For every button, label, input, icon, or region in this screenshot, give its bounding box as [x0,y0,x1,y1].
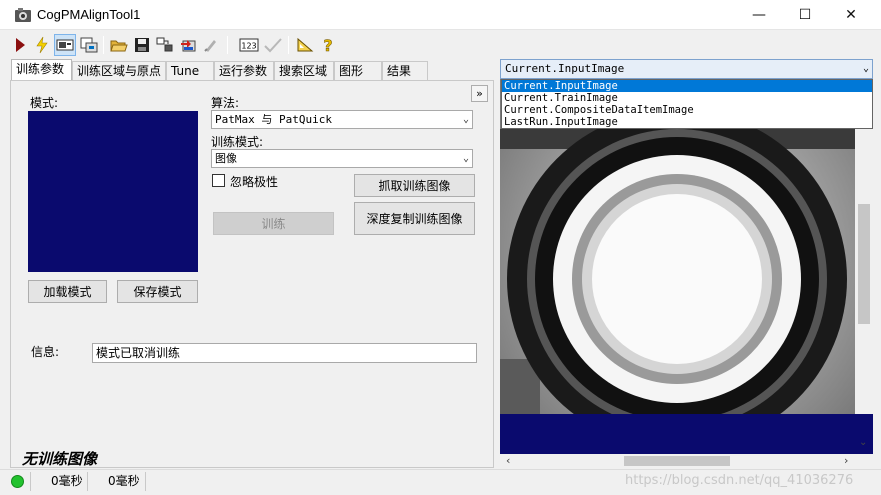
svg-text:123: 123 [241,42,256,51]
option-lastrun-input-image[interactable]: LastRun.InputImage [502,116,872,128]
algorithm-value: PatMax 与 PatQuick [215,113,332,126]
tab-train-region[interactable]: 训练区域与原点 [72,61,166,80]
maximize-button[interactable]: ☐ [782,0,828,30]
scroll-down-icon[interactable]: ⌄ [859,437,867,448]
tab-search-region[interactable]: 搜索区域 [274,61,334,80]
toolbar-separator [103,36,104,54]
scrollbar-thumb[interactable] [624,456,730,466]
run-icon[interactable] [9,34,31,56]
scroll-right-icon[interactable]: › [844,454,848,467]
chevron-down-icon: ⌄ [462,114,469,125]
help-icon[interactable]: ? [317,34,339,56]
collapse-icon[interactable]: » [471,85,488,102]
ignore-polarity-label: 忽略极性 [230,175,279,189]
close-button[interactable]: ✕ [828,0,874,30]
tab-results[interactable]: 结果 [382,61,428,80]
window-title: CogPMAlignTool1 [37,7,141,22]
numeric-icon[interactable]: 123 [238,34,260,56]
tab-train-params[interactable]: 训练参数 [11,59,72,81]
toolbar-separator [288,36,289,54]
status-indicator-icon [11,475,24,488]
deep-copy-train-image-button[interactable]: 深度复制训练图像 [354,202,475,235]
total-time: 0毫秒 [88,472,146,491]
import-icon[interactable] [177,34,199,56]
toggle-display-icon[interactable] [54,34,76,56]
option-current-composite-image[interactable]: Current.CompositeDataItemImage [502,104,872,116]
run-time: 0毫秒 [30,472,88,491]
minimize-button[interactable]: — [736,0,782,30]
train-mode-label: 训练模式: [211,135,264,149]
lightning-icon[interactable] [31,34,53,56]
watermark: https://blog.csdn.net/qq_41036276 [625,473,854,488]
export-icon[interactable] [154,34,176,56]
train-mode-value: 图像 [215,152,237,165]
scale-icon[interactable] [294,34,316,56]
load-model-button[interactable]: 加载模式 [28,280,107,303]
option-current-input-image[interactable]: Current.InputImage [502,80,872,92]
horizontal-scrollbar[interactable]: ‹ › [500,454,860,468]
ignore-polarity-checkbox[interactable] [212,174,225,187]
image-source-value: Current.InputImage [505,62,625,75]
grab-train-image-button[interactable]: 抓取训练图像 [354,174,475,197]
model-label: 模式: [30,96,59,110]
algorithm-label: 算法: [211,96,240,110]
image-source-select[interactable]: Current.InputImage ⌄ [500,59,873,79]
toolbar: 123 ? [0,31,881,59]
svg-text:?: ? [323,36,332,54]
save-model-button[interactable]: 保存模式 [117,280,198,303]
info-label: 信息: [31,345,60,359]
title-bar: CogPMAlignTool1 — ☐ ✕ [0,0,881,30]
settings-icon[interactable] [78,34,100,56]
image-source-options: Current.InputImage Current.TrainImage Cu… [501,79,873,129]
chevron-down-icon: ⌄ [862,63,869,74]
train-button[interactable]: 训练 [213,212,334,235]
algorithm-select[interactable]: PatMax 与 PatQuick ⌄ [211,110,473,129]
check-icon[interactable] [262,34,284,56]
save-icon[interactable] [131,34,153,56]
info-field[interactable]: 模式已取消训练 [92,343,477,363]
tab-run-params[interactable]: 运行参数 [214,61,274,80]
app-icon [15,8,31,22]
toolbar-separator [227,36,228,54]
model-image-display[interactable] [28,111,198,272]
train-mode-select[interactable]: 图像 ⌄ [211,149,473,168]
tab-graphics[interactable]: 图形 [334,61,382,80]
tab-tune[interactable]: Tune [166,61,214,80]
chevron-down-icon: ⌄ [462,153,469,164]
no-train-image-label: 无训练图像 [22,450,98,468]
option-current-train-image[interactable]: Current.TrainImage [502,92,872,104]
open-folder-icon[interactable] [108,34,130,56]
scroll-left-icon[interactable]: ‹ [506,454,510,467]
status-bar: 0毫秒 0毫秒 https://blog.csdn.net/qq_4103627… [0,469,881,493]
edit-icon[interactable] [200,34,222,56]
